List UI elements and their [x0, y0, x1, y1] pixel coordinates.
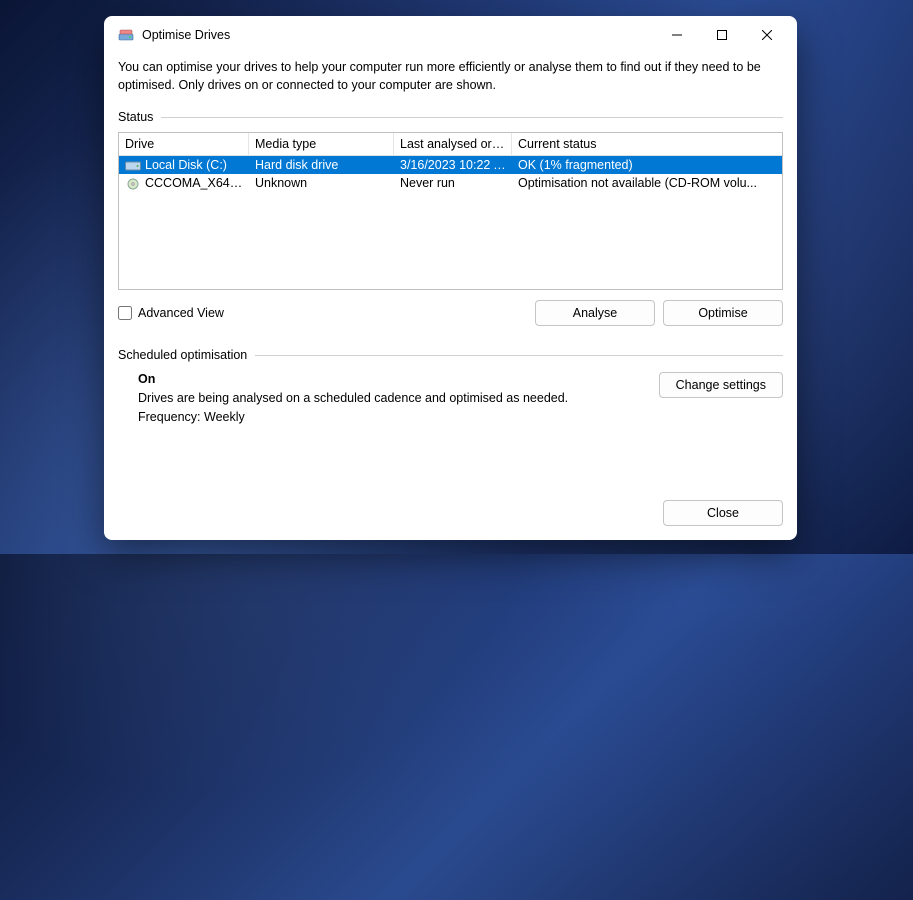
close-footer-button[interactable]: Close — [663, 500, 783, 526]
cell-drive: CCCOMA_X64FRE_... — [119, 174, 249, 192]
divider — [161, 117, 783, 118]
cell-drive-text: Local Disk (C:) — [145, 158, 227, 172]
divider — [255, 355, 783, 356]
optimise-drives-window: Optimise Drives You can optimise your dr… — [104, 16, 797, 540]
maximize-button[interactable] — [699, 20, 744, 50]
cell-last: 3/16/2023 10:22 AM — [394, 156, 512, 174]
minimize-button[interactable] — [654, 20, 699, 50]
analyse-button[interactable]: Analyse — [535, 300, 655, 326]
column-header-media[interactable]: Media type — [249, 133, 394, 156]
schedule-section-label: Scheduled optimisation — [118, 348, 783, 362]
advanced-view-checkbox[interactable]: Advanced View — [118, 306, 527, 320]
status-label-text: Status — [118, 110, 153, 124]
close-button[interactable] — [744, 20, 789, 50]
titlebar: Optimise Drives — [104, 16, 797, 54]
table-row[interactable]: CCCOMA_X64FRE_... Unknown Never run Opti… — [119, 174, 782, 192]
cd-icon — [125, 178, 141, 190]
change-settings-button[interactable]: Change settings — [659, 372, 783, 398]
advanced-view-input[interactable] — [118, 306, 132, 320]
schedule-label-text: Scheduled optimisation — [118, 348, 247, 362]
cell-drive: Local Disk (C:) — [119, 156, 249, 174]
drives-table[interactable]: Drive Media type Last analysed or o... C… — [118, 132, 783, 290]
schedule-status: On — [138, 372, 649, 386]
column-header-status[interactable]: Current status — [512, 133, 782, 156]
cell-status: OK (1% fragmented) — [512, 156, 782, 174]
cell-media: Unknown — [249, 174, 394, 192]
window-title: Optimise Drives — [142, 28, 654, 42]
schedule-description: Drives are being analysed on a scheduled… — [138, 391, 649, 405]
cell-last: Never run — [394, 174, 512, 192]
column-header-last-analysed[interactable]: Last analysed or o... — [394, 133, 512, 156]
optimise-button[interactable]: Optimise — [663, 300, 783, 326]
table-header: Drive Media type Last analysed or o... C… — [119, 133, 782, 156]
hdd-icon — [125, 160, 141, 172]
cell-status: Optimisation not available (CD-ROM volu.… — [512, 174, 782, 192]
status-section-label: Status — [118, 110, 783, 124]
intro-text: You can optimise your drives to help you… — [118, 58, 783, 94]
advanced-view-label: Advanced View — [138, 306, 224, 320]
table-row[interactable]: Local Disk (C:) Hard disk drive 3/16/202… — [119, 156, 782, 174]
cell-media: Hard disk drive — [249, 156, 394, 174]
app-icon — [118, 27, 134, 43]
column-header-drive[interactable]: Drive — [119, 133, 249, 156]
cell-drive-text: CCCOMA_X64FRE_... — [145, 176, 249, 190]
window-controls — [654, 20, 789, 50]
schedule-frequency: Frequency: Weekly — [138, 410, 649, 424]
